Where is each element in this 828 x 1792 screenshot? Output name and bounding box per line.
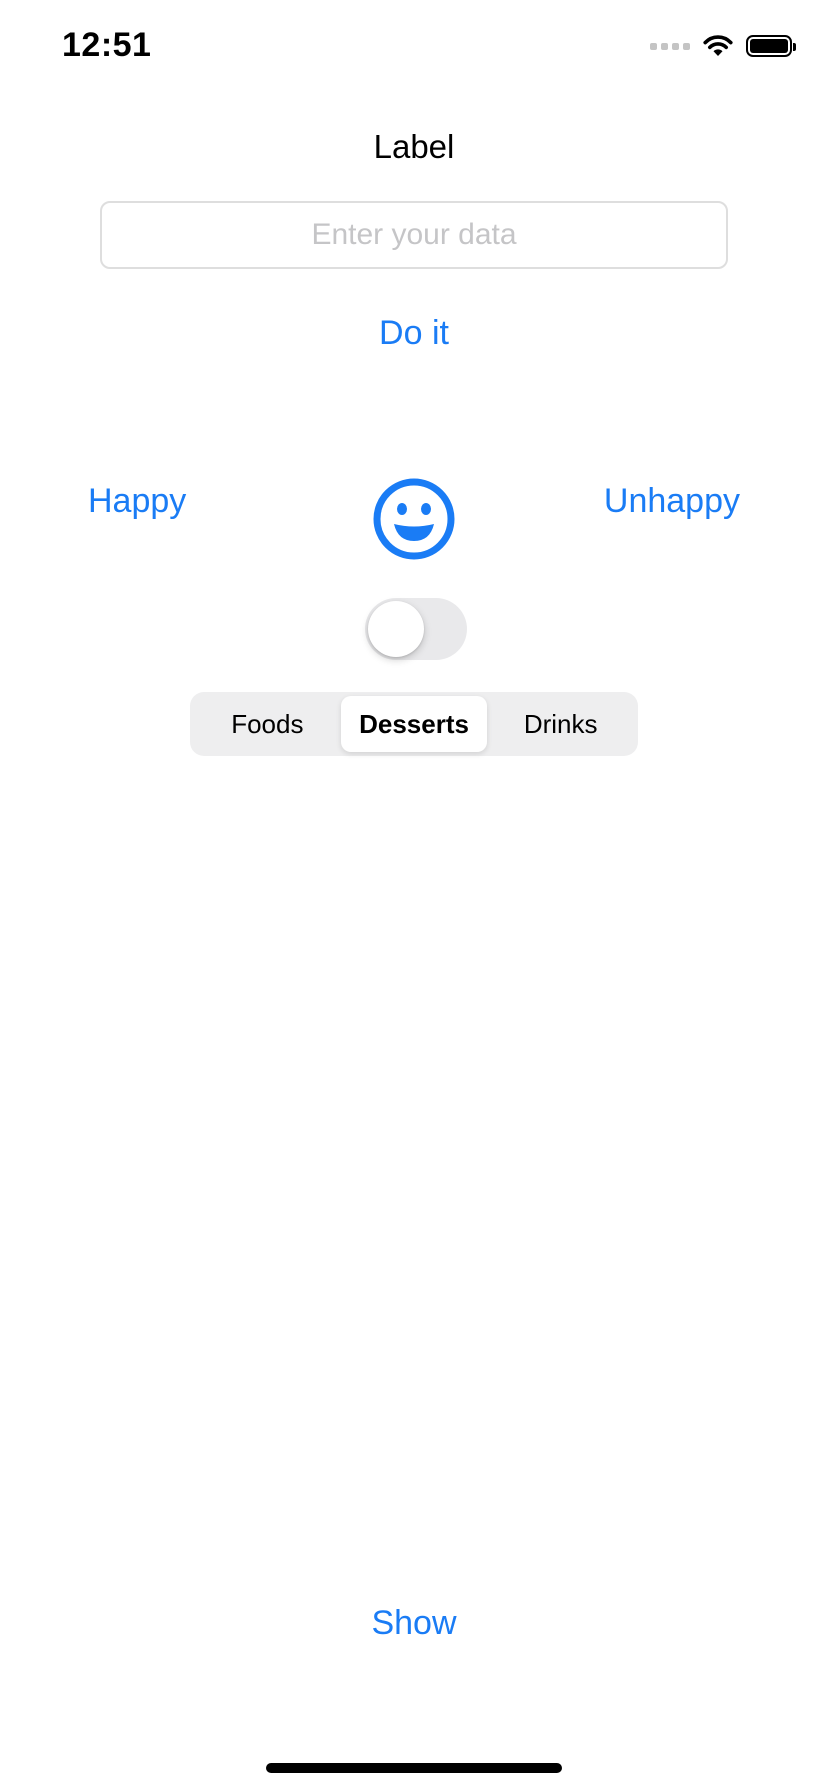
unhappy-button[interactable]: Unhappy [604,482,740,521]
smiley-face-icon [373,478,455,560]
do-it-button[interactable]: Do it [0,314,828,353]
signal-dots-icon [650,42,690,50]
category-segmented-control: Foods Desserts Drinks [190,692,638,756]
segment-foods[interactable]: Foods [194,696,341,752]
segment-drinks[interactable]: Drinks [487,696,634,752]
toggle-knob [368,601,424,657]
wifi-icon [703,35,733,56]
segment-desserts[interactable]: Desserts [340,696,488,752]
show-button[interactable]: Show [0,1604,828,1643]
status-icons [650,34,796,58]
toggle-switch[interactable] [365,598,467,660]
page-title: Label [373,128,455,165]
battery-icon [746,35,796,57]
happy-button[interactable]: Happy [88,482,186,521]
data-input[interactable] [100,201,728,269]
status-time: 12:51 [62,26,152,64]
home-indicator [266,1763,562,1773]
